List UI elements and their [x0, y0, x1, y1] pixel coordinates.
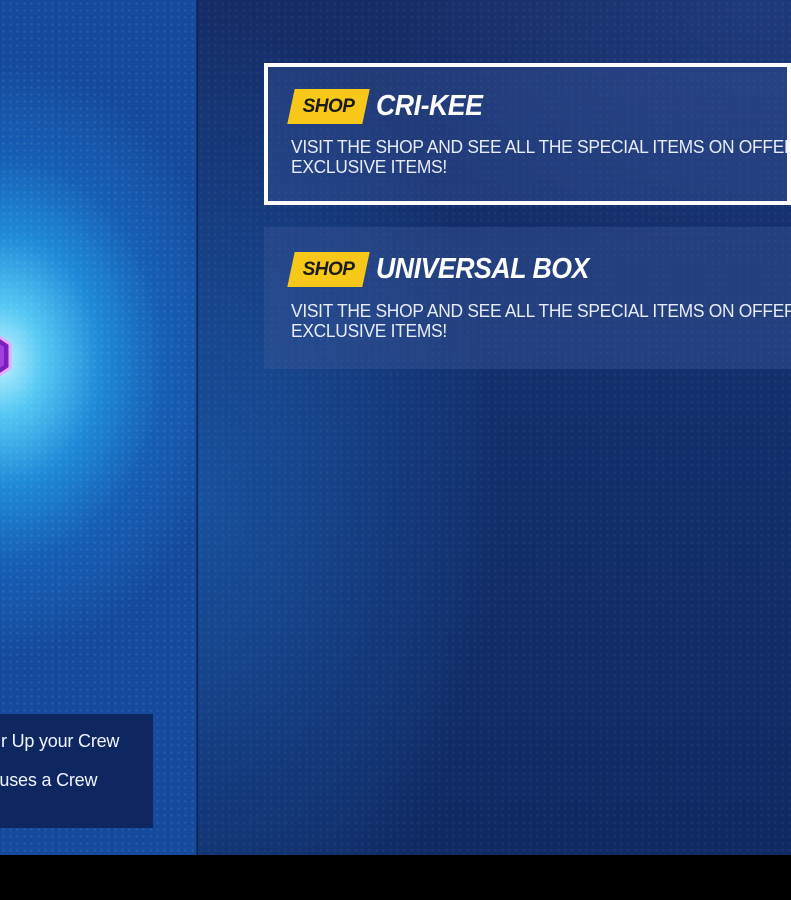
offer-card-cri-kee[interactable]: SHOP CRI-KEE VISIT THE SHOP AND SEE ALL …: [264, 63, 791, 205]
crew-panel: r Up your Crew bonuses a Crew: [0, 0, 197, 855]
crew-info-box: r Up your Crew bonuses a Crew: [0, 714, 153, 828]
letterbox-bar: [0, 855, 791, 900]
offer-card-universal-box[interactable]: SHOP UNIVERSAL BOX VISIT THE SHOP AND SE…: [264, 227, 791, 369]
game-screen: r Up your Crew bonuses a Crew SHOP CRI-K…: [0, 0, 791, 855]
shop-tag: SHOP: [287, 89, 370, 124]
offer-description: VISIT THE SHOP AND SEE ALL THE SPECIAL I…: [291, 136, 791, 177]
offer-title: CRI-KEE: [376, 90, 483, 122]
crew-info-line: bonuses a Crew: [0, 770, 98, 790]
crew-info-line: r Up your Crew: [1, 731, 120, 751]
crew-gem-icon[interactable]: [0, 308, 14, 404]
offer-title: UNIVERSAL BOX: [376, 253, 589, 285]
shop-tag: SHOP: [287, 252, 370, 287]
offer-description: VISIT THE SHOP AND SEE ALL THE SPECIAL I…: [291, 300, 791, 341]
